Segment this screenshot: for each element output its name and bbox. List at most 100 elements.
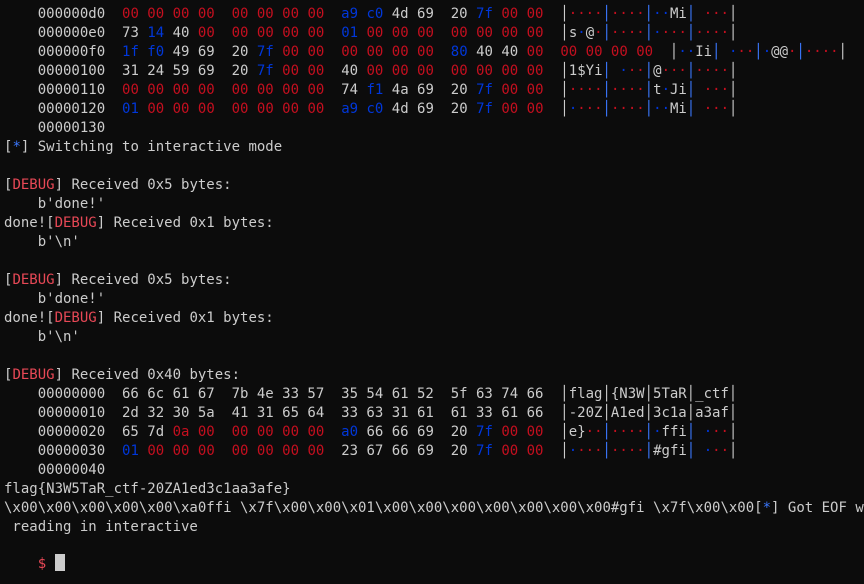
line-segment: 00000040: [4, 462, 106, 478]
line-segment: b'done!': [4, 196, 106, 212]
line-segment: │: [543, 6, 569, 22]
line-segment: 40 40: [476, 44, 527, 60]
line-segment: │: [653, 44, 679, 60]
line-segment: @@: [771, 44, 788, 60]
line-segment: │: [728, 424, 738, 440]
line-segment: │: [729, 443, 738, 459]
line-segment: │: [644, 25, 654, 41]
line-segment: a9 c0: [341, 101, 392, 117]
terminal-line: 00000000 66 6c 61 67 7b 4e 33 57 35 54 6…: [4, 385, 738, 404]
terminal-line: 00000010 2d 32 30 5a 41 31 65 64 33 63 3…: [4, 404, 738, 423]
shell-prompt-line[interactable]: $: [4, 535, 65, 572]
line-segment: │: [602, 6, 611, 22]
line-segment: │: [838, 44, 848, 60]
line-segment: 00 00: [501, 6, 544, 22]
terminal-line: b'done!': [4, 195, 105, 214]
line-segment: Ji: [670, 82, 687, 98]
line-segment: 00000010 2d 32 30 5a 41 31 65 64 33 63 3…: [4, 405, 738, 421]
line-segment: 00 00 00 00 00 00 00: [147, 101, 342, 117]
line-segment: a0: [341, 424, 367, 440]
line-segment: flag{N3W5TaR_ctf-20ZA1ed3c1aa3afe}: [4, 481, 291, 497]
line-segment: │: [686, 424, 704, 440]
line-segment: 7f: [476, 82, 502, 98]
terminal-line: 000000f0 1f f0 49 69 20 7f 00 00 00 00 0…: [4, 43, 847, 62]
line-segment: 80: [450, 44, 477, 60]
line-segment: Ii: [695, 44, 713, 60]
line-segment: 73: [122, 25, 148, 41]
line-segment: │: [644, 101, 654, 117]
line-segment: ] Received 0x5 bytes:: [54, 177, 232, 193]
line-segment: @: [653, 63, 662, 79]
line-segment: ·: [568, 101, 578, 117]
line-segment: [721, 44, 729, 60]
terminal-line: done![DEBUG] Received 0x1 bytes:: [4, 214, 274, 233]
line-segment: 49 69 20: [172, 44, 257, 60]
line-segment: ] Switching to interactive mode: [20, 139, 283, 155]
line-segment: 01: [122, 101, 148, 117]
terminal-line: [DEBUG] Received 0x5 bytes:: [4, 271, 232, 290]
line-segment: │: [602, 443, 611, 459]
line-segment: 00 00: [501, 424, 544, 440]
prompt-symbol: $: [37, 556, 47, 572]
line-segment: t: [653, 82, 662, 98]
terminal-line: flag{N3W5TaR_ctf-20ZA1ed3c1aa3afe}: [4, 480, 291, 499]
terminal-line: \x00\x00\x00\x00\x00\xa0ffi \x7f\x00\x00…: [4, 499, 864, 518]
line-segment: ··: [712, 424, 729, 440]
line-segment: 00 00 00 00 00 00 00: [366, 63, 544, 79]
line-segment: 14: [147, 25, 173, 41]
line-segment: ···: [661, 63, 687, 79]
line-segment: 7f: [256, 44, 283, 60]
line-segment: 40: [341, 63, 367, 79]
line-segment: │: [644, 6, 654, 22]
line-segment: 7f: [476, 6, 502, 22]
line-segment: ] Received 0x5 bytes:: [54, 272, 232, 288]
line-segment: ····: [568, 6, 603, 22]
line-segment: │: [729, 101, 738, 117]
line-segment: ····: [568, 82, 603, 98]
line-segment: 00 00: [501, 82, 544, 98]
line-segment: ··: [585, 424, 603, 440]
line-segment: ·: [653, 25, 662, 41]
line-segment: │: [543, 63, 569, 79]
line-segment: │: [686, 6, 704, 22]
line-segment: b'\n': [4, 234, 80, 250]
line-segment: ··: [653, 6, 670, 22]
line-segment: ·: [619, 63, 628, 79]
terminal-line: 00000130: [4, 119, 105, 138]
line-segment: │: [686, 82, 704, 98]
line-segment: DEBUG: [54, 215, 97, 231]
line-segment: 00000020 65 7d: [4, 424, 173, 440]
text-cursor: [54, 554, 65, 571]
terminal-line: 00000040: [4, 461, 105, 480]
line-segment: │: [602, 101, 611, 117]
line-segment: │: [543, 101, 569, 117]
line-segment: ···: [577, 101, 603, 117]
line-segment: #gfi: [653, 443, 687, 459]
line-segment: 7f: [256, 63, 283, 79]
line-segment: ····: [610, 6, 645, 22]
line-segment: 00 00 00 00 00: [526, 44, 654, 60]
terminal-window[interactable]: 000000d0 00 00 00 00 00 00 00 00 a9 c0 4…: [0, 0, 864, 584]
line-segment: 00 00 00 00 00 00 00: [366, 25, 544, 41]
line-segment: 4d 69 20: [391, 101, 477, 117]
line-segment: ···: [703, 101, 730, 117]
line-segment: b'\n': [4, 329, 80, 345]
line-segment: │: [644, 424, 654, 440]
line-segment: ··: [712, 443, 729, 459]
line-segment: │: [602, 25, 611, 41]
line-segment: │: [686, 443, 704, 459]
terminal-line: [DEBUG] Received 0x40 bytes:: [4, 366, 240, 385]
line-segment: 00 00 00 00 00 00 00 00: [122, 82, 342, 98]
line-segment: 23 67 66 69 20: [341, 443, 477, 459]
line-segment: │: [602, 424, 611, 440]
line-segment: 40: [172, 25, 198, 41]
line-segment: *: [12, 139, 21, 155]
line-segment: ] Received 0x1 bytes:: [96, 310, 274, 326]
line-segment: Mi: [669, 6, 687, 22]
line-segment: 4d 69 20: [391, 6, 477, 22]
line-segment: 000000d0: [4, 6, 123, 22]
terminal-line: b'\n': [4, 233, 80, 252]
line-segment: a9 c0: [341, 6, 392, 22]
line-segment: │: [543, 424, 569, 440]
line-segment: ] Received 0x1 bytes:: [96, 215, 274, 231]
